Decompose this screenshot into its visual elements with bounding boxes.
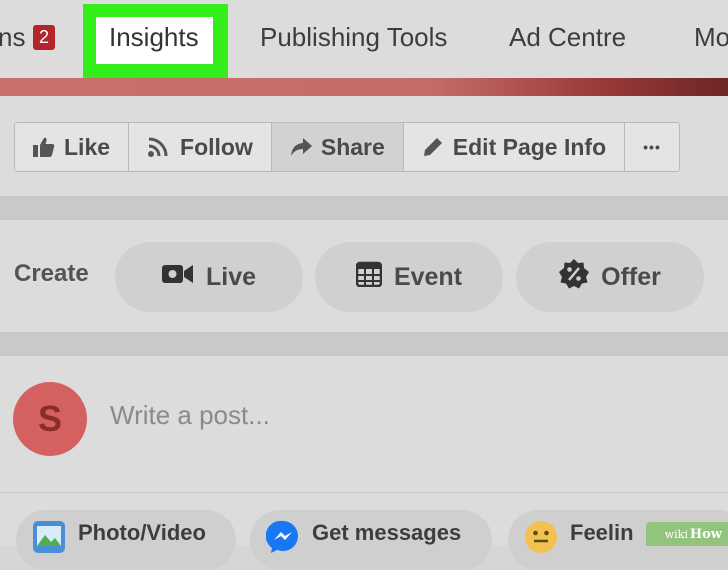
share-button[interactable]: Share bbox=[271, 123, 404, 171]
feeling-label: Feelin bbox=[570, 520, 634, 545]
tab-ad-centre[interactable]: Ad Centre bbox=[509, 22, 626, 53]
rss-feed-icon bbox=[147, 136, 171, 158]
tab-notifications-partial[interactable]: ns bbox=[0, 22, 25, 53]
tab-publishing-tools[interactable]: Publishing Tools bbox=[260, 22, 447, 53]
like-button[interactable]: Like bbox=[15, 123, 130, 171]
thumbs-up-icon bbox=[33, 137, 55, 157]
create-event-button[interactable]: Event bbox=[315, 242, 503, 312]
messenger-icon bbox=[265, 520, 300, 560]
photo-icon bbox=[32, 520, 66, 560]
follow-label: Follow bbox=[180, 133, 253, 160]
section-divider bbox=[0, 196, 728, 220]
create-offer-button[interactable]: Offer bbox=[516, 242, 704, 312]
cover-photo-strip bbox=[0, 78, 728, 96]
video-camera-icon bbox=[161, 262, 194, 293]
create-live-button[interactable]: Live bbox=[115, 242, 303, 312]
event-label: Event bbox=[393, 262, 463, 291]
live-label: Live bbox=[205, 262, 257, 291]
get-messages-button[interactable]: Get messages bbox=[250, 510, 492, 570]
calendar-icon bbox=[355, 261, 383, 294]
share-label: Share bbox=[320, 133, 385, 160]
follow-button[interactable]: Follow bbox=[129, 123, 272, 171]
avatar[interactable]: S bbox=[13, 382, 87, 456]
pencil-icon bbox=[422, 136, 444, 158]
write-post-input[interactable]: Write a post... bbox=[110, 400, 270, 431]
more-dots-icon: ••• bbox=[643, 139, 661, 155]
offer-label: Offer bbox=[601, 262, 661, 291]
more-options-button[interactable]: ••• bbox=[625, 123, 679, 171]
get-messages-label: Get messages bbox=[312, 520, 462, 545]
edit-page-info-button[interactable]: Edit Page Info bbox=[403, 123, 626, 171]
share-arrow-icon bbox=[290, 137, 312, 157]
watermark-brand: How bbox=[689, 526, 722, 542]
page-action-bar: Like Follow Share Edit Page Info ••• bbox=[14, 122, 680, 172]
wikihow-watermark: wiki How bbox=[646, 522, 728, 546]
photo-video-label: Photo/Video bbox=[78, 520, 206, 545]
section-divider bbox=[0, 332, 728, 356]
watermark-prefix: wiki bbox=[664, 527, 688, 541]
smiley-face-icon bbox=[524, 520, 558, 560]
notification-badge: 2 bbox=[33, 25, 55, 50]
tab-insights[interactable]: Insights bbox=[109, 22, 199, 53]
tab-more[interactable]: Mo bbox=[694, 22, 728, 53]
edit-page-info-label: Edit Page Info bbox=[452, 133, 607, 160]
photo-video-button[interactable]: Photo/Video bbox=[16, 510, 236, 570]
offer-badge-icon bbox=[559, 258, 590, 296]
composer-divider bbox=[0, 492, 728, 493]
create-label: Create bbox=[14, 260, 89, 287]
page-tab-bar: ns 2 Insights Publishing Tools Ad Centre… bbox=[0, 0, 728, 78]
like-label: Like bbox=[64, 133, 111, 160]
